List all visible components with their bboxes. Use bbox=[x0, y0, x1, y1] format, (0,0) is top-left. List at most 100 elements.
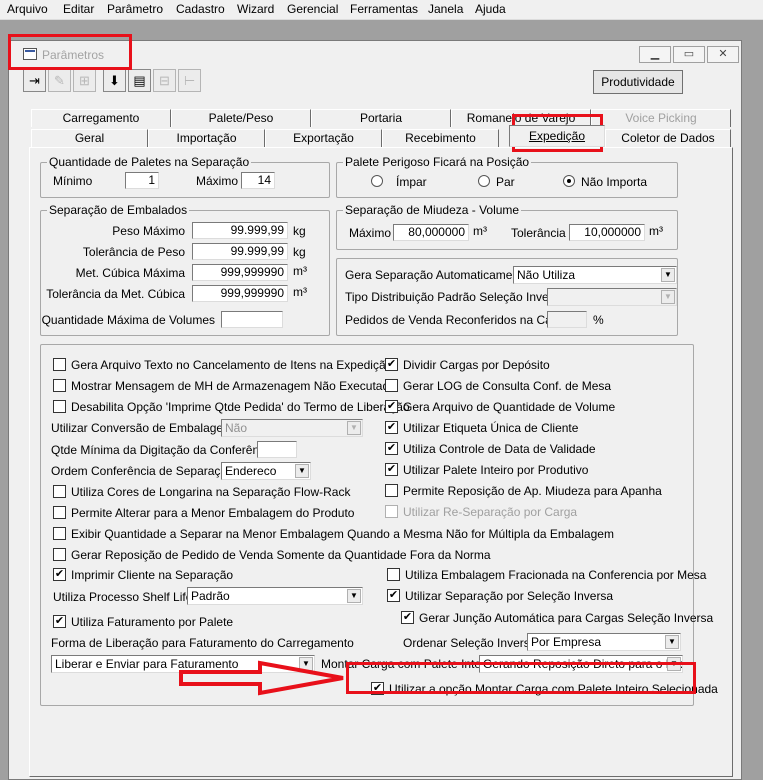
desabilita-opcao-label: Desabilita Opção 'Imprime Qtde Pedida' d… bbox=[71, 400, 410, 414]
imprimir-cliente-checkbox[interactable]: ✔ bbox=[53, 568, 66, 581]
chevron-down-icon[interactable]: ▼ bbox=[347, 589, 361, 603]
embalagem-fracionada-label: Utiliza Embalagem Fracionada na Conferen… bbox=[405, 568, 707, 582]
minimize-icon[interactable]: ▁ bbox=[639, 46, 671, 63]
menu-cadastro[interactable]: Cadastro bbox=[176, 2, 225, 16]
save-icon[interactable]: ⬇ bbox=[103, 69, 126, 92]
produtividade-button[interactable]: Produtividade bbox=[593, 70, 683, 94]
shelf-life-label: Utiliza Processo Shelf Life bbox=[53, 590, 193, 604]
gera-sep-select[interactable]: Não Utiliza ▼ bbox=[513, 266, 677, 284]
pedidos-reconf-label: Pedidos de Venda Reconferidos na Carga bbox=[345, 313, 570, 327]
tab-palete-peso[interactable]: Palete/Peso bbox=[171, 109, 311, 127]
gera-arquivo-texto-label: Gera Arquivo Texto no Cancelamento de It… bbox=[71, 358, 393, 372]
menu-ferramentas[interactable]: Ferramentas bbox=[350, 2, 418, 16]
gera-sep-label: Gera Separação Automaticamente bbox=[345, 268, 530, 282]
ordem-conf-select[interactable]: Endereco ▼ bbox=[221, 462, 311, 480]
alterar-embalagem-label: Permite Alterar para a Menor Embalagem d… bbox=[71, 506, 355, 520]
peso-max-label: Peso Máximo bbox=[112, 224, 185, 238]
impar-radio[interactable] bbox=[371, 175, 383, 187]
chevron-down-icon[interactable]: ▼ bbox=[661, 268, 675, 282]
gerar-log-checkbox[interactable] bbox=[385, 379, 398, 392]
pedidos-reconf-unit: % bbox=[593, 313, 604, 327]
conv-embalagem-select[interactable]: Não ▼ bbox=[221, 419, 363, 437]
menu-parametro[interactable]: Parâmetro bbox=[107, 2, 163, 16]
tab-coletor-dados[interactable]: Coletor de Dados bbox=[605, 129, 731, 147]
tab-carregamento[interactable]: Carregamento bbox=[31, 109, 171, 127]
menu-wizard[interactable]: Wizard bbox=[237, 2, 274, 16]
pedidos-reconf-input[interactable] bbox=[547, 311, 587, 328]
menu-arquivo[interactable]: Arquivo bbox=[7, 2, 48, 16]
separacao-selecao-inversa-checkbox[interactable]: ✔ bbox=[387, 589, 400, 602]
tipo-dist-select[interactable]: ▼ bbox=[547, 288, 677, 306]
tree-icon[interactable]: ⊞ bbox=[73, 69, 96, 92]
palete-inteiro-produtivo-checkbox[interactable]: ✔ bbox=[385, 463, 398, 476]
sep-embalados-title: Separação de Embalados bbox=[47, 203, 190, 217]
gera-arquivo-texto-checkbox[interactable] bbox=[53, 358, 66, 371]
mostrar-mensagem-label: Mostrar Mensagem de MH de Armazenagem Nã… bbox=[71, 379, 396, 393]
cub-max-input[interactable]: 999,999990 bbox=[192, 264, 288, 281]
qtde-minima-input[interactable] bbox=[257, 441, 297, 458]
imprimir-cliente-label: Imprimir Cliente na Separação bbox=[71, 568, 234, 582]
tab-exportacao[interactable]: Exportação bbox=[265, 129, 382, 147]
exibir-qtd-menor-embalagem-checkbox[interactable] bbox=[53, 527, 66, 540]
tol-peso-input[interactable]: 99.999,99 bbox=[192, 243, 288, 260]
tol-cub-input[interactable]: 999,999990 bbox=[192, 285, 288, 302]
etiqueta-unica-label: Utilizar Etiqueta Única de Cliente bbox=[403, 421, 579, 435]
controle-validade-checkbox[interactable]: ✔ bbox=[385, 442, 398, 455]
chevron-down-icon[interactable]: ▼ bbox=[661, 290, 675, 304]
conv-embalagem-value: Não bbox=[225, 421, 248, 435]
mostrar-mensagem-checkbox[interactable] bbox=[53, 379, 66, 392]
chevron-down-icon[interactable]: ▼ bbox=[295, 464, 309, 478]
peso-max-input[interactable]: 99.999,99 bbox=[192, 222, 288, 239]
tab-expedicao[interactable]: Expedição bbox=[509, 125, 605, 147]
gera-arq-volume-checkbox[interactable]: ✔ bbox=[385, 400, 398, 413]
par-radio[interactable] bbox=[478, 175, 490, 187]
tab-geral[interactable]: Geral bbox=[31, 129, 148, 147]
chevron-down-icon[interactable]: ▼ bbox=[665, 635, 679, 649]
shelf-life-value: Padrão bbox=[191, 589, 230, 603]
cores-longarina-checkbox[interactable] bbox=[53, 485, 66, 498]
etiqueta-unica-checkbox[interactable]: ✔ bbox=[385, 421, 398, 434]
nao-importa-radio[interactable] bbox=[563, 175, 575, 187]
miudeza-max-input[interactable]: 80,000000 bbox=[393, 224, 469, 241]
edit-icon[interactable]: ✎ bbox=[48, 69, 71, 92]
maximo-input[interactable]: 14 bbox=[241, 172, 275, 189]
ordenar-selecao-select[interactable]: Por Empresa ▼ bbox=[527, 633, 681, 651]
delete-icon[interactable]: ▤ bbox=[128, 69, 151, 92]
embalagem-fracionada-checkbox[interactable] bbox=[387, 568, 400, 581]
chevron-down-icon[interactable]: ▼ bbox=[347, 421, 361, 435]
re-separacao-checkbox[interactable] bbox=[385, 505, 398, 518]
gerar-log-label: Gerar LOG de Consulta Conf. de Mesa bbox=[403, 379, 612, 393]
shelf-life-select[interactable]: Padrão ▼ bbox=[187, 587, 363, 605]
maximize-icon[interactable]: ▭ bbox=[673, 46, 705, 63]
minimo-input[interactable]: 1 bbox=[125, 172, 159, 189]
menu-ajuda[interactable]: Ajuda bbox=[475, 2, 506, 16]
hierarchy-icon[interactable]: ⊢ bbox=[178, 69, 201, 92]
reposicao-miudeza-checkbox[interactable] bbox=[385, 484, 398, 497]
tab-voice-picking[interactable]: Voice Picking bbox=[591, 109, 731, 127]
tab-recebimento[interactable]: Recebimento bbox=[382, 129, 499, 147]
faturamento-palete-checkbox[interactable]: ✔ bbox=[53, 615, 66, 628]
options-group: Gera Arquivo Texto no Cancelamento de It… bbox=[40, 344, 718, 706]
qtd-paletes-group: Quantidade de Paletes na Separação Mínim… bbox=[40, 155, 330, 198]
dividir-cargas-checkbox[interactable]: ✔ bbox=[385, 358, 398, 371]
tab-portaria[interactable]: Portaria bbox=[311, 109, 451, 127]
gerar-reposicao-pedido-checkbox[interactable] bbox=[53, 548, 66, 561]
gera-arq-volume-label: Gera Arquivo de Quantidade de Volume bbox=[403, 400, 616, 414]
miudeza-tol-input[interactable]: 10,000000 bbox=[569, 224, 645, 241]
juncao-automatica-checkbox[interactable]: ✔ bbox=[401, 611, 414, 624]
qtd-vol-input[interactable] bbox=[221, 311, 283, 328]
menu-editar[interactable]: Editar bbox=[63, 2, 94, 16]
close-icon[interactable]: ✕ bbox=[707, 46, 739, 63]
menu-bar: Arquivo Editar Parâmetro Cadastro Wizard… bbox=[0, 0, 763, 20]
grid-icon[interactable]: ⊟ bbox=[153, 69, 176, 92]
highlight-title-box bbox=[8, 34, 132, 70]
exibir-qtd-menor-embalagem-label: Exibir Quantidade a Separar na Menor Emb… bbox=[71, 527, 614, 541]
tol-peso-label: Tolerância de Peso bbox=[82, 245, 185, 259]
alterar-embalagem-checkbox[interactable] bbox=[53, 506, 66, 519]
desabilita-opcao-checkbox[interactable] bbox=[53, 400, 66, 413]
exit-icon[interactable]: ⇥ bbox=[23, 69, 46, 92]
menu-gerencial[interactable]: Gerencial bbox=[287, 2, 338, 16]
gerar-reposicao-pedido-label: Gerar Reposição de Pedido de Venda Somen… bbox=[71, 548, 491, 562]
tab-importacao[interactable]: Importação bbox=[148, 129, 265, 147]
menu-janela[interactable]: Janela bbox=[428, 2, 463, 16]
